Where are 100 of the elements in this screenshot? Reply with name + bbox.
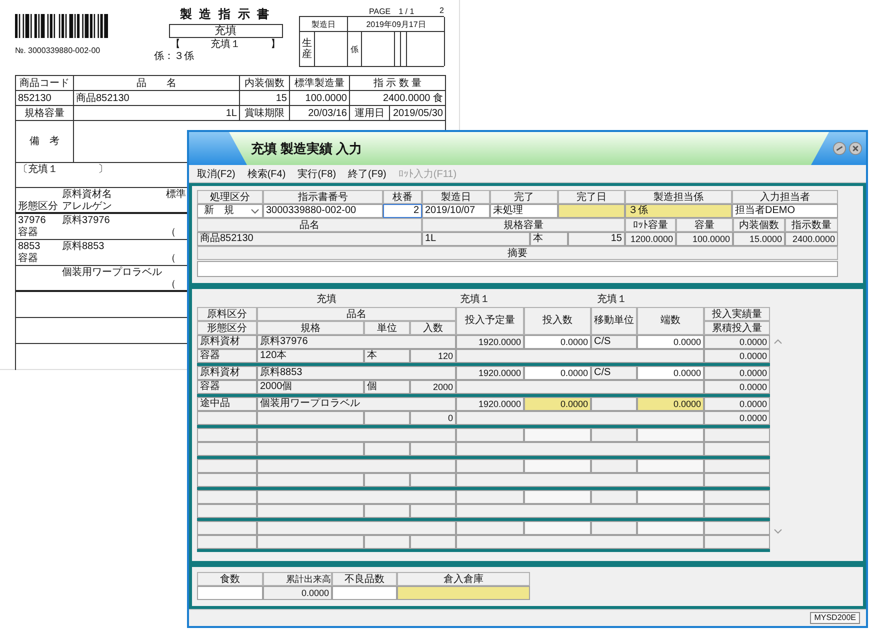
material-name: 原料37976	[62, 215, 110, 227]
field-label: 容量	[676, 218, 733, 232]
order-number: №. 3000339880-002-00	[15, 46, 102, 55]
column-header: 品名	[257, 307, 456, 321]
staff-field[interactable]: ３係	[625, 204, 732, 218]
table-cell	[197, 490, 257, 504]
field-label: 規格容量	[422, 218, 625, 232]
document-title: 製 造 指 示 書	[180, 6, 272, 23]
table-cell: 15	[240, 90, 290, 106]
count-field[interactable]	[197, 586, 263, 600]
value-cell: 15	[568, 232, 625, 246]
page-extra: 2	[440, 6, 444, 16]
table-cell	[197, 521, 257, 535]
scroll-down-icon[interactable]	[774, 529, 782, 534]
field-label: 品名	[197, 218, 422, 232]
fraction-field[interactable]	[637, 490, 704, 504]
table-cell	[197, 411, 257, 425]
table-cell	[704, 535, 770, 549]
bracket-mark: （	[166, 279, 176, 291]
field-label: 累計出来高	[263, 572, 332, 586]
field-label: 食数	[197, 572, 263, 586]
table-cell	[364, 535, 410, 549]
bracket-mark: （	[166, 227, 176, 239]
table-cell: 0.0000	[704, 380, 770, 394]
column-header: 標準製造量	[290, 76, 350, 90]
table-cell	[591, 428, 637, 442]
menu-item[interactable]: 検索(F4)	[247, 166, 286, 180]
table-cell	[456, 459, 524, 473]
date-field[interactable]: 2019/10/07	[422, 204, 490, 218]
barcode-icon	[15, 14, 108, 38]
quantity-field[interactable]: 0.0000	[524, 366, 591, 380]
table-cell	[704, 490, 770, 504]
table-cell: 2000	[410, 380, 456, 394]
fraction-field[interactable]	[637, 521, 704, 535]
table-cell	[591, 521, 637, 535]
column-header: 入数	[410, 321, 456, 335]
column-header: 移動単位	[591, 307, 637, 335]
material-name: 原料8853	[62, 241, 104, 253]
menu-item[interactable]: 実行(F8)	[298, 166, 336, 180]
table-cell: 120	[410, 349, 456, 363]
quantity-field[interactable]	[524, 490, 591, 504]
table-cell: 0.0000	[704, 411, 770, 425]
menu-item[interactable]: 終了(F9)	[348, 166, 386, 180]
field-label: 指示数量	[785, 218, 838, 232]
table-cell: 運用日	[350, 106, 390, 120]
fraction-field[interactable]: 0.0000	[637, 397, 704, 411]
field-label: ﾛｯﾄ容量	[625, 218, 676, 232]
table-cell	[704, 459, 770, 473]
quantity-field[interactable]	[524, 521, 591, 535]
branch-field[interactable]: 2	[383, 204, 422, 218]
section-caption: 充填１	[459, 293, 491, 307]
production-label: 生産	[302, 38, 312, 60]
total-field: 0.0000	[263, 586, 332, 600]
memo-field[interactable]	[197, 261, 838, 277]
quantity-field[interactable]: 0.0000	[524, 335, 591, 349]
order-number-field[interactable]: 3000339880-002-00	[263, 204, 383, 218]
fraction-field[interactable]	[637, 459, 704, 473]
quantity-field[interactable]	[524, 428, 591, 442]
date-field[interactable]	[558, 204, 625, 218]
column-header: 形態区分	[197, 321, 257, 335]
value-cell: 100.0000	[676, 232, 733, 246]
warehouse-field[interactable]	[397, 586, 530, 600]
field-label: 完了日	[558, 190, 625, 204]
inputter-field[interactable]: 担当者DEMO	[732, 204, 838, 218]
field-label: 処理区分	[197, 190, 263, 204]
status-field[interactable]: 未処理	[490, 204, 558, 218]
column-header: 商品コード	[16, 76, 74, 90]
table-cell	[704, 504, 770, 518]
menu-item[interactable]: 取消(F2)	[197, 166, 236, 180]
scroll-up-icon[interactable]	[774, 339, 782, 344]
field-label: 内装個数	[733, 218, 785, 232]
screen-code: MYSD200E	[810, 612, 860, 624]
table-cell: 120本	[257, 349, 364, 363]
column-header: 原料資材名	[62, 189, 112, 201]
value-cell: 2400.0000	[785, 232, 838, 246]
table-cell: 852130	[16, 90, 74, 106]
table-cell: C/S	[591, 366, 637, 380]
date-value: 2019年09月17日	[348, 17, 445, 32]
column-header: 形態区分	[18, 201, 58, 213]
fraction-field[interactable]	[637, 428, 704, 442]
table-cell: 原料8853	[257, 366, 456, 380]
column-header: 品 名	[74, 76, 240, 90]
column-header: 投入数	[524, 307, 591, 335]
table-cell	[364, 473, 410, 487]
material-code: 37976	[18, 215, 46, 226]
table-cell	[704, 428, 770, 442]
minimize-icon[interactable]	[833, 142, 846, 155]
bracket-mark: 】	[270, 39, 281, 50]
quantity-field[interactable]	[524, 459, 591, 473]
page-number: PAGE 1 / 1	[369, 6, 414, 16]
field-label: 指示書番号	[263, 190, 383, 204]
fraction-field[interactable]: 0.0000	[637, 335, 704, 349]
defect-field[interactable]	[332, 586, 397, 600]
fraction-field[interactable]: 0.0000	[637, 366, 704, 380]
column-header: 規格	[257, 321, 364, 335]
close-icon[interactable]	[849, 142, 862, 155]
quantity-field[interactable]: 0.0000	[524, 397, 591, 411]
material-name: 個装用ワープロラベル	[62, 267, 162, 279]
table-cell	[456, 428, 524, 442]
table-cell: 1920.0000	[456, 397, 524, 411]
